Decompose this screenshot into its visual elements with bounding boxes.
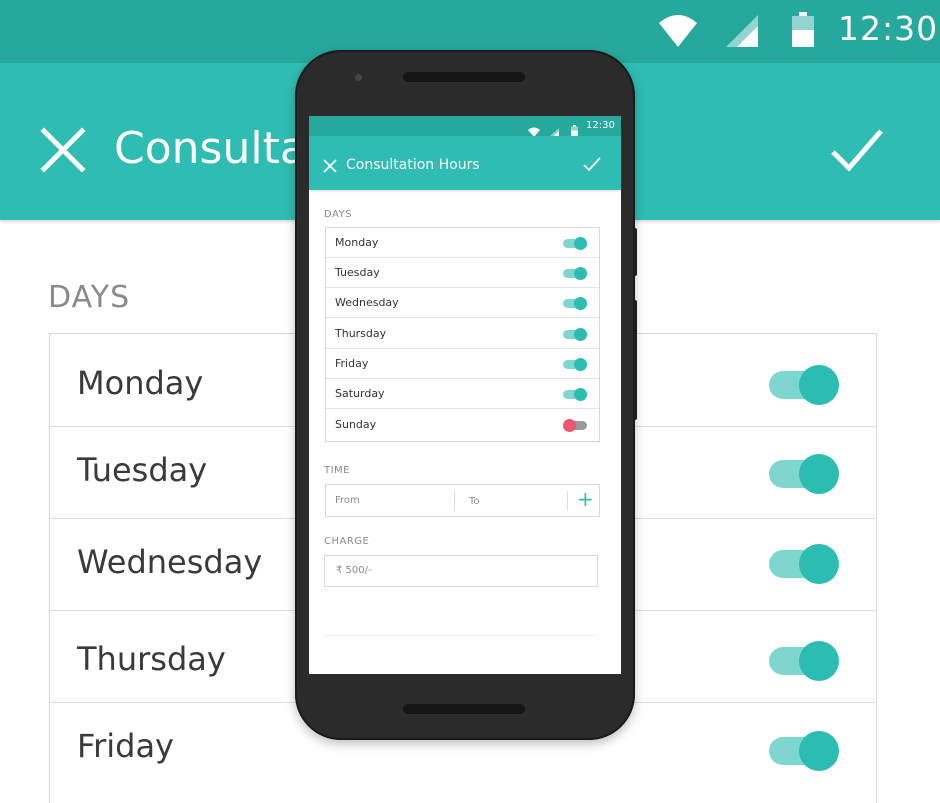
phone-power-button — [633, 228, 637, 276]
check-icon[interactable] — [830, 127, 884, 177]
plus-icon[interactable]: + — [577, 488, 594, 510]
day-row-friday: Friday — [326, 349, 599, 379]
day-label: Wednesday — [335, 296, 399, 309]
days-section-label: DAYS — [48, 280, 131, 315]
phone-speaker-bottom — [403, 704, 525, 714]
day-toggle-saturday[interactable] — [563, 388, 587, 401]
status-bar: 12:30 — [309, 116, 621, 137]
camera-icon — [355, 74, 362, 81]
phone-speaker-top — [403, 72, 525, 82]
day-row-sunday: Sunday — [326, 410, 599, 440]
day-label: Sunday — [335, 418, 377, 431]
close-icon[interactable] — [40, 127, 86, 177]
day-row-tuesday: Tuesday — [326, 258, 599, 288]
day-toggle-thursday[interactable] — [769, 641, 839, 681]
day-row-monday: Monday — [326, 228, 599, 258]
day-toggle-friday[interactable] — [769, 731, 839, 771]
toolbar: Consultation Hours — [309, 136, 621, 190]
day-toggle-friday[interactable] — [563, 358, 587, 371]
day-row-saturday: Saturday — [326, 379, 599, 409]
from-time-field[interactable]: From — [335, 495, 360, 506]
day-toggle-tuesday[interactable] — [563, 267, 587, 280]
day-label: Monday — [335, 236, 379, 249]
phone-screen: 12:30 Consultation Hours DAYS Monday Tue… — [309, 116, 621, 674]
charge-value: ₹ 500/- — [336, 565, 372, 576]
status-time: 12:30 — [586, 120, 615, 131]
days-section-label: DAYS — [324, 209, 353, 220]
day-label: Friday — [335, 357, 369, 370]
day-label: Tuesday — [77, 451, 208, 489]
day-label: Saturday — [335, 387, 385, 400]
phone-volume-button — [633, 300, 637, 420]
charge-section-label: CHARGE — [324, 536, 370, 547]
day-label: Thursday — [77, 640, 226, 678]
status-time: 12:30 — [838, 9, 939, 48]
divider — [567, 491, 568, 511]
day-row-thursday: Thursday — [326, 319, 599, 349]
signal-icon — [725, 14, 759, 52]
day-label: Wednesday — [77, 543, 263, 581]
charge-input[interactable]: ₹ 500/- — [324, 555, 598, 587]
day-label: Tuesday — [335, 266, 380, 279]
to-time-field[interactable]: To — [469, 496, 480, 507]
time-section-label: TIME — [324, 465, 351, 476]
page-title: Consultation Hours — [346, 157, 480, 173]
check-icon[interactable] — [583, 157, 601, 176]
day-label: Friday — [77, 727, 174, 765]
day-toggle-wednesday[interactable] — [563, 297, 587, 310]
day-label: Monday — [77, 364, 204, 402]
day-label: Thursday — [335, 327, 387, 340]
day-toggle-wednesday[interactable] — [769, 544, 839, 584]
day-toggle-thursday[interactable] — [563, 328, 587, 341]
close-icon[interactable] — [323, 158, 337, 177]
day-toggle-sunday[interactable] — [563, 419, 587, 432]
time-range-row: From To + — [325, 484, 600, 517]
day-toggle-tuesday[interactable] — [769, 454, 839, 494]
day-row-wednesday: Wednesday — [326, 288, 599, 318]
battery-icon — [791, 12, 815, 52]
divider — [454, 491, 455, 511]
day-toggle-monday[interactable] — [769, 365, 839, 405]
days-list: Monday Tuesday Wednesday Thursday Friday… — [325, 227, 600, 442]
day-toggle-monday[interactable] — [563, 237, 587, 250]
wifi-icon — [658, 13, 698, 53]
divider — [324, 635, 598, 636]
